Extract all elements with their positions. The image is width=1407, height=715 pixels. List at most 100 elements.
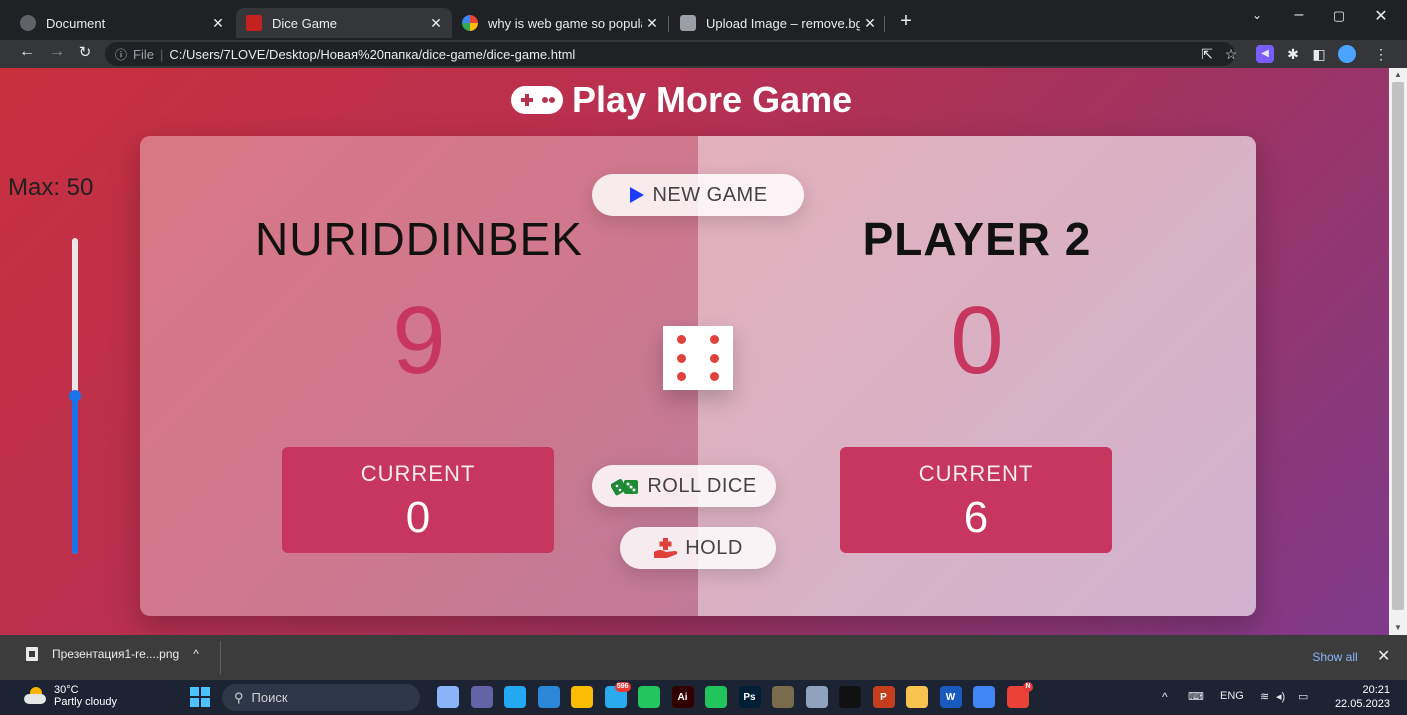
dice-pip (677, 353, 686, 363)
chat-app-icon[interactable] (470, 686, 493, 708)
taskbar-search[interactable]: ⚲ Поиск (222, 684, 420, 711)
url-divider: | (159, 46, 164, 62)
download-item[interactable]: Презентация1-re....png ^ (26, 647, 199, 661)
scroll-thumb[interactable] (1392, 82, 1404, 610)
file-manager-icon[interactable] (437, 686, 459, 708)
new-tab-button[interactable]: + (893, 10, 919, 33)
dice (663, 326, 733, 390)
chrome-alt-icon[interactable] (973, 686, 995, 708)
window-close-button[interactable]: ✕ (1366, 6, 1396, 26)
minimize-button[interactable]: – (1284, 6, 1314, 24)
page-scrollbar[interactable]: ▲ ▼ (1389, 68, 1407, 635)
max-score-slider[interactable] (66, 238, 84, 554)
clock-time: 20:21 (1362, 684, 1390, 696)
tab-label: Document (46, 15, 106, 31)
globe-icon (20, 15, 36, 31)
slider-thumb[interactable] (69, 390, 81, 402)
tab-removebg[interactable]: Upload Image – remove.bg ✕ (670, 8, 886, 38)
windows-start-icon[interactable] (190, 687, 210, 707)
close-icon[interactable]: ✕ (426, 15, 446, 32)
restore-button[interactable]: ▢ (1324, 8, 1354, 24)
download-bar-close-icon[interactable]: ✕ (1377, 646, 1390, 666)
scroll-up-arrow[interactable]: ▲ (1389, 68, 1407, 82)
windows-taskbar: 30°C Partly cloudy ⚲ Поиск 596 Ai Ps P W N ^ … (0, 680, 1407, 715)
tab-google-search[interactable]: why is web game so popular now ✕ (452, 8, 668, 38)
show-all-button[interactable]: Show all (1304, 645, 1366, 669)
wifi-icon[interactable]: ≋ (1260, 690, 1269, 703)
roll-dice-label: ROLL DICE (647, 474, 757, 497)
green-arrow-app-icon[interactable] (705, 686, 727, 708)
reload-button[interactable]: ↻ (74, 43, 96, 61)
illustrator-icon[interactable]: Ai (671, 686, 694, 708)
play-icon (630, 187, 645, 203)
hold-hand-icon (654, 538, 678, 558)
vscode-icon[interactable] (504, 686, 526, 708)
back-button[interactable]: ← (16, 43, 38, 61)
folder-icon[interactable] (906, 686, 928, 708)
player-2-name: PLAYER 2 (862, 213, 1092, 265)
new-game-button[interactable]: NEW GAME (592, 174, 804, 216)
max-score-label: Max: 50 (8, 174, 94, 201)
dice-pip (710, 353, 719, 363)
keyboard-icon[interactable]: ⌨ (1188, 690, 1204, 703)
tiktok-icon[interactable] (839, 686, 861, 708)
search-placeholder: Поиск (251, 690, 288, 705)
powerpoint-icon[interactable]: P (872, 686, 895, 708)
address-bar[interactable]: ⓘ File | C:/Users/7LOVE/Desktop/Новая%20… (105, 42, 1235, 66)
green-app-icon[interactable] (638, 686, 660, 708)
new-game-label: NEW GAME (652, 183, 768, 206)
dice-pip (677, 372, 686, 381)
close-icon[interactable]: ✕ (642, 15, 662, 32)
side-panel-icon[interactable]: ◧ (1310, 45, 1328, 63)
current-label: CURRENT (918, 461, 1034, 486)
close-icon[interactable]: ✕ (860, 15, 880, 32)
installer-icon[interactable] (805, 686, 828, 708)
chrome-icon[interactable] (571, 686, 593, 708)
partly-cloudy-icon (24, 687, 46, 705)
profile-avatar-icon[interactable] (1338, 45, 1356, 63)
minecraft-icon[interactable] (772, 686, 794, 708)
chrome-profile-icon[interactable]: N (1006, 682, 1033, 708)
tab-label: Upload Image – remove.bg (706, 15, 860, 31)
clock-date: 22.05.2023 (1334, 698, 1390, 710)
dice-icon (611, 479, 639, 496)
title-text: Play More Game (572, 79, 853, 120)
tab-divider (884, 16, 885, 32)
hold-button[interactable]: HOLD (620, 527, 776, 569)
battery-icon[interactable]: ▭ (1298, 690, 1308, 703)
photoshop-icon[interactable]: Ps (738, 686, 761, 708)
monitor-icon[interactable] (537, 686, 560, 708)
browser-menu-icon[interactable]: ⋮ (1372, 45, 1390, 63)
telegram-icon[interactable]: 596 (604, 682, 631, 708)
weather-widget[interactable]: 30°C Partly cloudy (24, 684, 117, 708)
scroll-down-arrow[interactable]: ▼ (1389, 621, 1407, 635)
taskbar-clock[interactable]: 20:21 22.05.2023 (1330, 683, 1390, 711)
chevron-up-icon[interactable]: ^ (193, 647, 199, 661)
language-indicator[interactable]: ENG (1220, 690, 1244, 702)
tab-search-button[interactable]: ⌄ (1242, 8, 1272, 22)
bookmark-star-icon[interactable]: ☆ (1222, 45, 1240, 63)
weather-description: Partly cloudy (54, 696, 117, 708)
download-bar: Презентация1-re....png ^ Show all ✕ (0, 635, 1407, 680)
tray-overflow-icon[interactable]: ^ (1162, 690, 1168, 704)
extensions-puzzle-icon[interactable]: ✱ (1284, 45, 1302, 63)
forward-button[interactable]: → (46, 43, 68, 61)
weather-temperature: 30°C (54, 684, 79, 696)
close-icon[interactable]: ✕ (208, 15, 228, 32)
game-board: NURIDDINBEK 9 CURRENT 0 PLAYER 2 0 CURRE… (140, 136, 1256, 616)
share-icon[interactable]: ⇱ (1198, 45, 1216, 63)
tab-label: Dice Game (272, 15, 338, 31)
tab-dice-game[interactable]: Dice Game ✕ (236, 8, 452, 38)
tab-divider (668, 16, 669, 32)
info-icon[interactable]: ⓘ (115, 46, 127, 63)
volume-icon[interactable]: ◂) (1276, 690, 1285, 703)
roll-dice-button[interactable]: ROLL DICE (592, 465, 776, 507)
player-2-current-score: 6 (963, 493, 989, 542)
download-file-name: Презентация1-re....png (52, 647, 180, 661)
browser-tab-strip: Document ✕ Dice Game ✕ why is web game s… (0, 0, 1407, 40)
audio-extension-icon[interactable]: ◀ (1256, 45, 1274, 63)
hold-label: HOLD (685, 536, 743, 559)
word-icon[interactable]: W (939, 686, 962, 708)
dice-pip (677, 335, 686, 344)
tab-document[interactable]: Document ✕ (10, 8, 234, 38)
